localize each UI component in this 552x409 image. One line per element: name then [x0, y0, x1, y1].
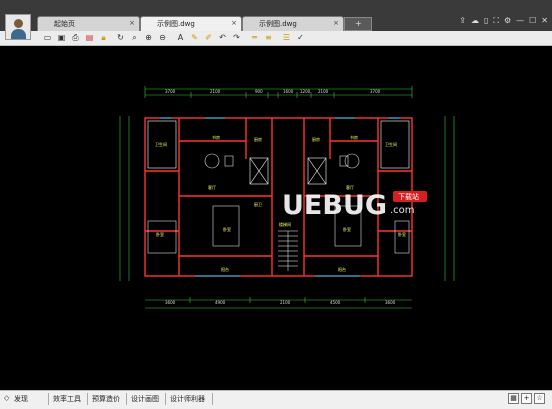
status-item-efficiency-tools[interactable]: 效率工具: [53, 394, 81, 404]
close-icon[interactable]: ✕: [541, 16, 548, 26]
undo-icon[interactable]: ↶: [218, 33, 227, 42]
room-label: 卧室: [156, 231, 164, 237]
status-separator: [48, 393, 49, 405]
status-separator: [87, 393, 88, 405]
plus-icon: +: [355, 19, 362, 28]
stairs: [278, 230, 298, 271]
save-icon[interactable]: ▣: [57, 33, 66, 42]
tab-label: 示例图.dwg: [259, 20, 297, 28]
share-icon[interactable]: ⇪: [459, 16, 466, 26]
new-tab-button[interactable]: +: [344, 17, 372, 31]
status-separator: [126, 393, 127, 405]
layers-icon[interactable]: ☰: [282, 33, 291, 42]
room-label: 卧室: [398, 231, 406, 237]
highlighter-icon[interactable]: ✐: [204, 33, 213, 42]
fullscreen-icon[interactable]: ⛶: [493, 16, 499, 26]
dimension-icon[interactable]: ≡: [264, 33, 273, 42]
zoom-window-icon[interactable]: ⌕: [130, 33, 139, 42]
toolbar: ▭ ▣ ⎙ ▤ 🔒︎ ↻ ⌕ ⊕ ⊖ A ✎ ✐ ↶ ↷ ═ ≡ ☰ ✓: [0, 31, 552, 46]
status-bar: ◇ 发现 效率工具 预算造价 设计画图 设计师利器 ▦ + ☆: [0, 390, 552, 409]
dim-label: 3600: [165, 300, 176, 305]
lock-icon[interactable]: 🔒︎: [99, 33, 108, 42]
user-avatar[interactable]: [5, 14, 31, 40]
tab-start-page[interactable]: 起始页 ×: [37, 16, 140, 31]
model-space-icon[interactable]: ▦: [508, 393, 519, 404]
dim-label: 3700: [165, 89, 176, 94]
rotate-icon[interactable]: ↻: [116, 33, 125, 42]
room-label: 卧室: [223, 226, 231, 232]
room-label: 卫生间: [385, 141, 397, 147]
room-label: 厨房: [312, 136, 320, 142]
floor-plan: 3700 2100 900 1600 1200 2100 3700 3600 4…: [119, 86, 455, 309]
dim-label: 1600: [283, 89, 294, 94]
avatar-body: [11, 29, 26, 39]
pencil-icon[interactable]: ✎: [190, 33, 199, 42]
maximize-icon[interactable]: ☐: [529, 16, 536, 26]
room-label: 书房: [212, 134, 220, 140]
redo-icon[interactable]: ↷: [232, 33, 241, 42]
dim-label: 2100: [318, 89, 329, 94]
tab-close-button[interactable]: ×: [231, 19, 237, 27]
status-separator: [212, 393, 213, 405]
tab-drawing-1[interactable]: 示例图.dwg ×: [140, 16, 242, 31]
crosshair-icon[interactable]: +: [521, 393, 532, 404]
tab-close-button[interactable]: ×: [333, 19, 339, 27]
drawing-canvas[interactable]: 3700 2100 900 1600 1200 2100 3700 3600 4…: [0, 46, 552, 390]
phone-icon[interactable]: ▯: [484, 16, 488, 26]
status-item-designer-tools[interactable]: 设计师利器: [170, 394, 205, 404]
window-controls: ⇪ ☁ ▯ ⛶ ⚙ — ☐ ✕: [459, 16, 548, 26]
dim-label: 900: [255, 89, 263, 94]
tab-label: 示例图.dwg: [157, 20, 195, 28]
dim-label: 3700: [370, 89, 381, 94]
inner-lines: [147, 120, 410, 185]
settings-icon[interactable]: ⚙: [504, 16, 511, 26]
dim-label: 1200: [300, 89, 311, 94]
zoom-out-icon[interactable]: ⊖: [158, 33, 167, 42]
print-icon[interactable]: ⎙: [71, 33, 80, 42]
watermark-text: UEBUG: [282, 190, 387, 221]
room-label: 厨卫: [254, 201, 262, 207]
watermark-suffix: .com: [390, 205, 415, 216]
room-label: 阳台: [338, 266, 346, 272]
open-icon[interactable]: ▭: [43, 33, 52, 42]
room-label: 客厅: [208, 184, 216, 190]
dim-label: 2100: [280, 300, 291, 305]
room-label: 书房: [350, 134, 358, 140]
room-label: 卧室: [343, 226, 351, 232]
tab-close-button[interactable]: ×: [129, 19, 135, 27]
status-separator: [165, 393, 166, 405]
zoom-in-icon[interactable]: ⊕: [144, 33, 153, 42]
watermark: UEBUG .com 下载站: [282, 190, 427, 221]
avatar-head: [14, 19, 23, 28]
measure-icon[interactable]: ═: [250, 33, 259, 42]
tab-drawing-2[interactable]: 示例图.dwg ×: [242, 16, 344, 31]
cloud-icon[interactable]: ☁: [471, 16, 479, 26]
pdf-icon[interactable]: ▤: [85, 33, 94, 42]
room-label: 阳台: [221, 266, 229, 272]
room-label: 卫生间: [155, 141, 167, 147]
check-icon[interactable]: ✓: [296, 33, 305, 42]
star-icon[interactable]: ☆: [534, 393, 545, 404]
text-icon[interactable]: A: [176, 33, 185, 42]
status-item-budget[interactable]: 预算造价: [92, 394, 120, 404]
status-item-discover[interactable]: 发现: [14, 394, 28, 404]
dim-label: 3600: [385, 300, 396, 305]
status-item-design-drawing[interactable]: 设计画图: [131, 394, 159, 404]
dim-label: 4900: [215, 300, 226, 305]
room-label: 厨房: [254, 136, 262, 142]
dim-label: 2100: [210, 89, 221, 94]
watermark-badge: 下载站: [398, 192, 419, 201]
minimize-icon[interactable]: —: [516, 16, 524, 26]
dim-label: 4500: [330, 300, 341, 305]
discover-icon[interactable]: ◇: [4, 394, 9, 402]
room-label: 楼梯间: [279, 221, 291, 227]
tab-label: 起始页: [54, 20, 75, 28]
